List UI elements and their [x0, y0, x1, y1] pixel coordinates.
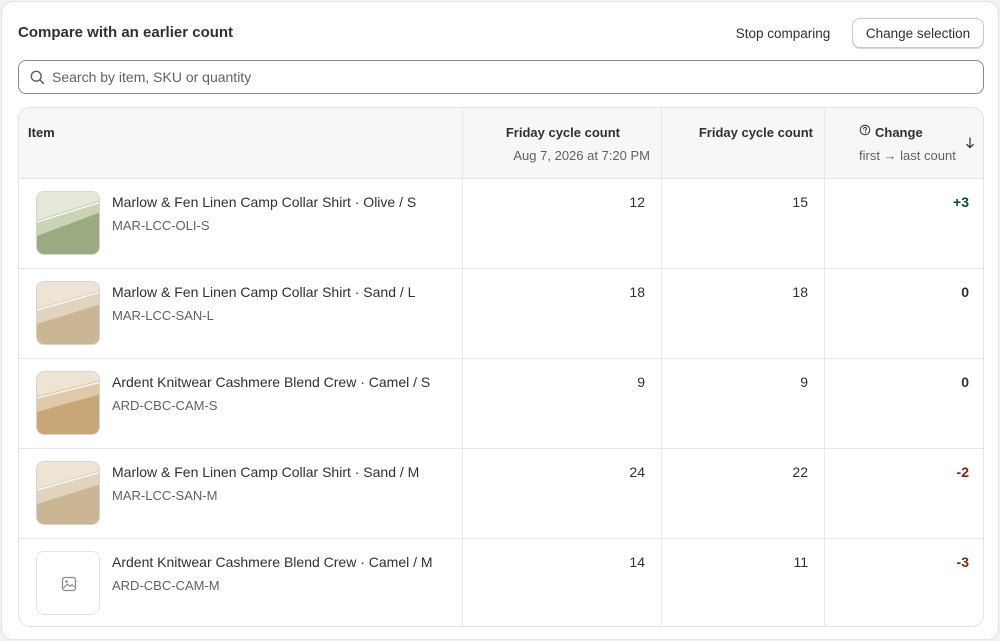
card-title: Compare with an earlier count [18, 24, 234, 41]
item-sku: ARD-CBC-CAM-S [112, 398, 218, 413]
item-sku: MAR-LCC-SAN-M [112, 488, 218, 503]
image-placeholder-icon [37, 552, 99, 614]
last-count-value: 9 [800, 374, 808, 390]
search-field[interactable] [18, 60, 984, 94]
table-row[interactable]: Marlow & Fen Linen Camp Collar Shirt · S… [19, 449, 983, 539]
table-row[interactable]: Ardent Knitwear Cashmere Blend Crew · Ca… [19, 539, 983, 626]
last-count-value: 11 [793, 554, 808, 570]
sort-descending-icon[interactable] [965, 137, 975, 149]
product-thumbnail[interactable] [36, 551, 100, 615]
product-image [37, 282, 99, 344]
change-value: -2 [956, 464, 969, 480]
first-count-value: 24 [629, 464, 645, 480]
change-value: -3 [956, 554, 969, 570]
table-header: Item Friday cycle count Aug 7, 2026 at 7… [19, 108, 983, 179]
change-value: 0 [961, 374, 969, 390]
table-row[interactable]: Marlow & Fen Linen Camp Collar Shirt · S… [19, 269, 983, 359]
first-count-date: Aug 7, 2026 at 7:20 PM [513, 148, 650, 163]
column-header-item[interactable]: Item [28, 125, 55, 140]
item-sku: MAR-LCC-SAN-L [112, 308, 214, 323]
item-name[interactable]: Marlow & Fen Linen Camp Collar Shirt · S… [112, 464, 419, 480]
item-sku: MAR-LCC-OLI-S [112, 218, 210, 233]
item-name[interactable]: Marlow & Fen Linen Camp Collar Shirt · O… [112, 194, 416, 210]
column-header-first-count[interactable]: Friday cycle count [506, 125, 620, 140]
search-input[interactable] [52, 62, 972, 92]
item-sku: ARD-CBC-CAM-M [112, 578, 220, 593]
last-count-value: 15 [792, 194, 808, 210]
last-count-value: 18 [792, 284, 808, 300]
stop-comparing-button[interactable]: Stop comparing [725, 18, 841, 48]
product-image [37, 462, 99, 524]
comparison-table: Item Friday cycle count Aug 7, 2026 at 7… [18, 107, 984, 627]
product-image [37, 192, 99, 254]
item-name[interactable]: Ardent Knitwear Cashmere Blend Crew · Ca… [112, 554, 433, 570]
product-image [37, 372, 99, 434]
compare-card: Compare with an earlier count Stop compa… [1, 1, 999, 640]
item-name[interactable]: Marlow & Fen Linen Camp Collar Shirt · S… [112, 284, 415, 300]
change-value: +3 [953, 194, 969, 210]
change-selection-button[interactable]: Change selection [852, 18, 984, 48]
product-thumbnail[interactable] [36, 371, 100, 435]
column-header-last-count[interactable]: Friday cycle count [699, 125, 813, 140]
product-thumbnail[interactable] [36, 461, 100, 525]
first-count-value: 18 [629, 284, 645, 300]
search-icon [30, 70, 45, 85]
item-name[interactable]: Ardent Knitwear Cashmere Blend Crew · Ca… [112, 374, 430, 390]
product-thumbnail[interactable] [36, 281, 100, 345]
first-count-value: 14 [629, 554, 645, 570]
product-thumbnail[interactable] [36, 191, 100, 255]
table-row[interactable]: Marlow & Fen Linen Camp Collar Shirt · O… [19, 179, 983, 269]
change-subtitle: first → last count [859, 148, 956, 163]
first-count-value: 12 [629, 194, 645, 210]
change-value: 0 [961, 284, 969, 300]
last-count-value: 22 [792, 464, 808, 480]
column-header-change[interactable]: Change [875, 125, 923, 140]
table-row[interactable]: Ardent Knitwear Cashmere Blend Crew · Ca… [19, 359, 983, 449]
help-icon[interactable] [859, 124, 871, 136]
first-count-value: 9 [637, 374, 645, 390]
